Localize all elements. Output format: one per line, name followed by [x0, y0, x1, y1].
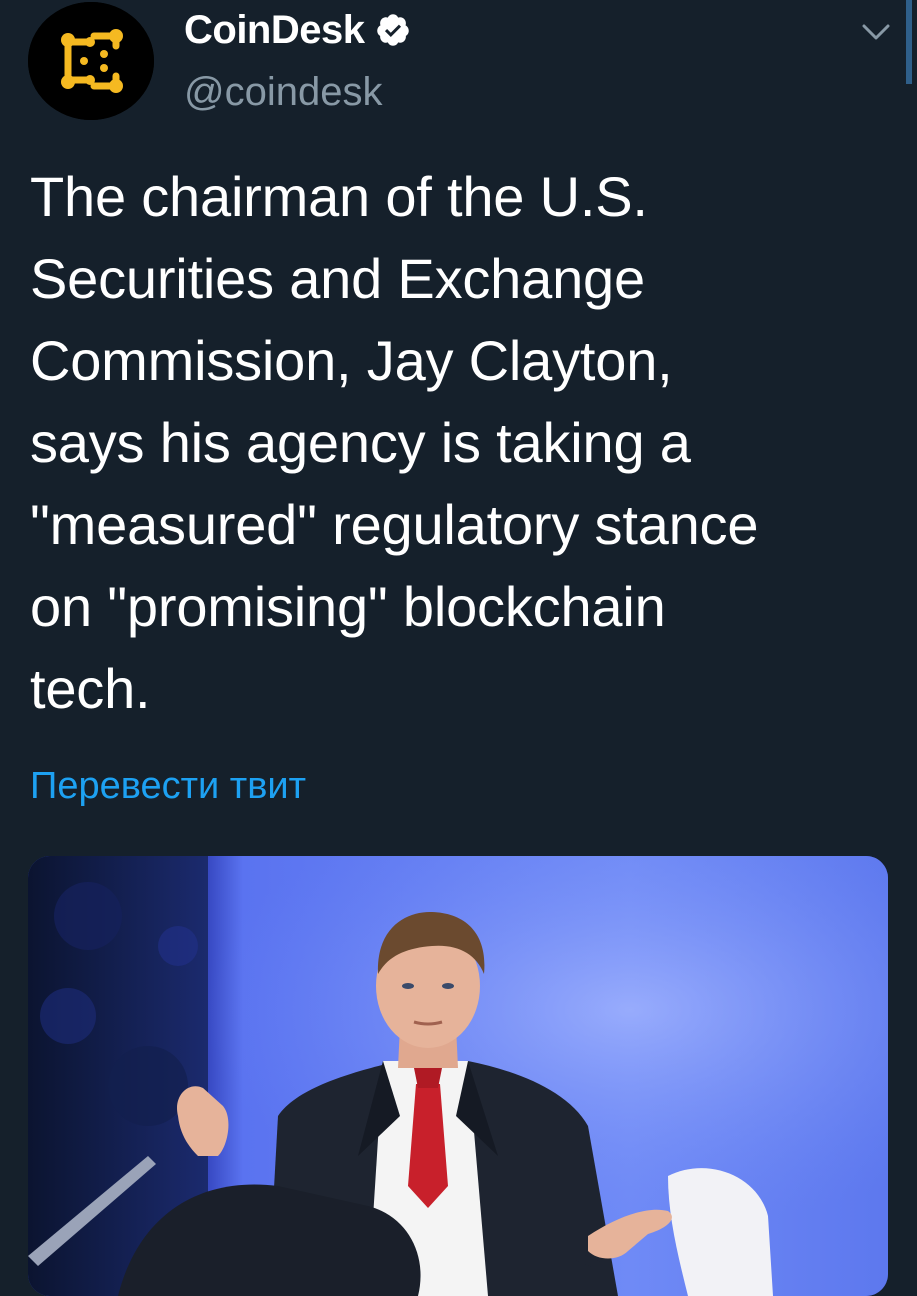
tweet-text-line: "measured" regulatory stance — [30, 493, 759, 556]
coindesk-logo-icon — [28, 2, 154, 120]
tweet-text-line: says his agency is taking a — [30, 411, 691, 474]
photo-image — [28, 856, 888, 1296]
tweet-text-line: The chairman of the U.S. — [30, 165, 648, 228]
translate-tweet-link[interactable]: Перевести твит — [30, 764, 306, 808]
tweet: CoinDesk @coindesk The chairman of the U… — [0, 0, 917, 1296]
author-row[interactable]: CoinDesk — [184, 8, 411, 52]
scrollbar[interactable] — [906, 0, 912, 84]
verified-badge-icon — [376, 14, 409, 46]
avatar[interactable] — [28, 2, 154, 120]
tweet-text-line: tech. — [30, 657, 151, 720]
tweet-text-line: Securities and Exchange — [30, 247, 645, 310]
chevron-down-icon[interactable] — [856, 16, 896, 48]
tweet-text: The chairman of the U.S. Securities and … — [30, 156, 900, 730]
tweet-text-line: on "promising" blockchain — [30, 575, 666, 638]
tweet-media-photo[interactable] — [28, 856, 888, 1296]
author-handle[interactable]: @coindesk — [184, 70, 382, 114]
display-name[interactable]: CoinDesk — [184, 8, 365, 52]
tweet-text-line: Commission, Jay Clayton, — [30, 329, 673, 392]
